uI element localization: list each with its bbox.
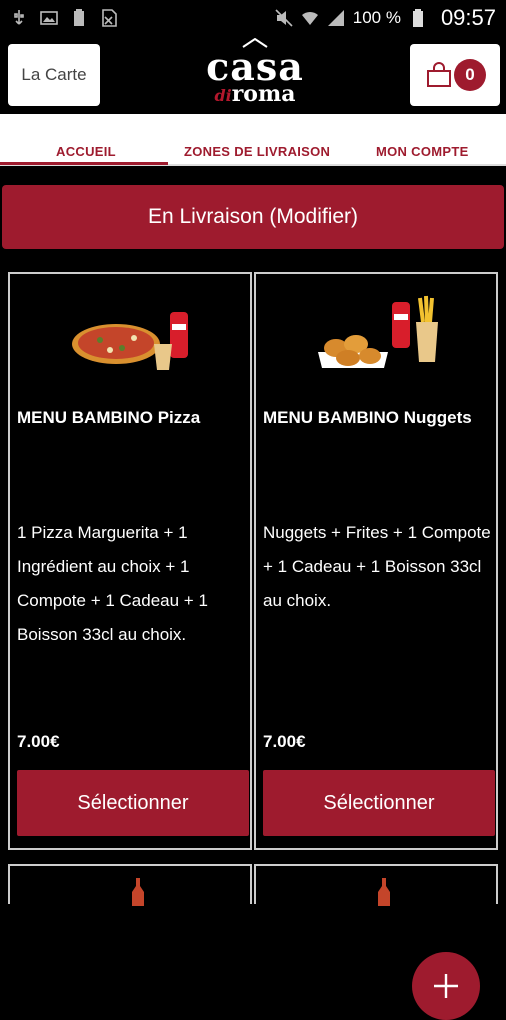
roof-icon [242,38,268,48]
product-title: MENU BAMBINO Pizza [17,408,201,427]
product-card: MENU BAMBINO Pizza 1 Pizza Marguerita + … [8,272,252,850]
select-button[interactable]: Sélectionner [17,770,249,836]
logo-roma: roma [231,81,296,107]
product-price: 7.00€ [17,732,60,751]
product-card-partial [254,864,498,906]
tab-accueil[interactable]: ACCUEIL [56,144,116,159]
cart-count-badge: 0 [454,59,486,91]
app-header: La Carte casa diroma 0 [0,36,506,114]
plus-icon [434,974,458,998]
tab-mon-compte[interactable]: MON COMPTE [376,144,469,159]
mute-icon [275,9,293,27]
bottle-image [378,878,390,906]
cart-button[interactable]: 0 [410,44,500,106]
shopping-bag-icon [427,62,451,87]
product-price: 7.00€ [263,732,306,751]
active-tab-indicator [0,162,168,165]
add-fab-button[interactable] [412,952,480,1020]
battery-icon [412,9,423,27]
signal-icon [327,10,344,26]
product-card-partial [8,864,252,906]
clock: 09:57 [440,5,496,30]
logo-di: di [214,86,232,105]
status-bar: 100 % 09:57 [0,0,506,36]
product-title: MENU BAMBINO Nuggets [263,408,472,427]
wifi-icon [301,11,318,25]
battery-small-icon [74,9,84,26]
delivery-mode-button[interactable]: En Livraison (Modifier) [2,185,504,249]
image-icon [40,11,58,25]
usb-icon [14,10,24,25]
battery-percent: 100 % [352,8,401,27]
no-sim-icon [102,9,117,27]
product-description: Nuggets + Frites + 1 Compote + 1 Cadeau … [263,523,491,610]
nuggets-menu-image [318,295,438,368]
la-carte-button[interactable]: La Carte [8,44,100,106]
product-description: 1 Pizza Marguerita + 1 Ingrédient au cho… [17,523,208,644]
bottle-image [132,878,144,906]
nav-tabs: ACCUEIL ZONES DE LIVRAISON MON COMPTE [0,114,506,166]
pizza-menu-image [72,312,188,370]
product-card: MENU BAMBINO Nuggets Nuggets + Frites + … [254,272,498,850]
logo[interactable]: casa diroma [190,36,320,114]
product-list: En Livraison (Modifier) MENU BAMBINO Piz… [0,168,506,1020]
tab-zones-de-livraison[interactable]: ZONES DE LIVRAISON [184,144,330,159]
select-button[interactable]: Sélectionner [263,770,495,836]
